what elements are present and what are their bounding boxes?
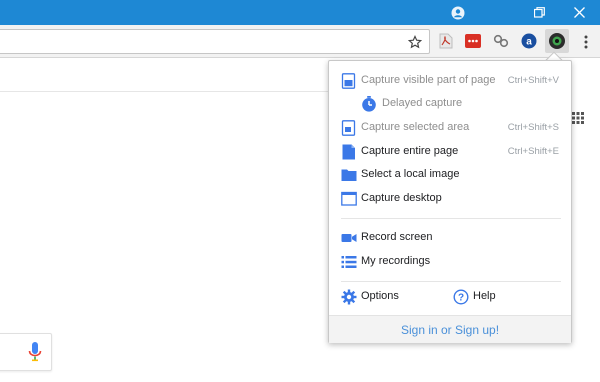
menu-item-label: Capture entire page [361,145,459,157]
page-divider [0,91,330,92]
menu-item-label: Select a local image [361,168,460,180]
capture-menu-popup: Capture visible part of page Ctrl+Shift+… [328,60,572,343]
svg-text:?: ? [458,293,464,304]
menu-item-capture-desktop[interactable]: Capture desktop [329,188,573,210]
red-extension-icon[interactable] [464,32,482,50]
signin-link[interactable]: Sign in or Sign up! [401,323,499,337]
menu-item-label: My recordings [361,255,431,267]
apps-grid-icon[interactable] [572,112,584,124]
address-bar[interactable] [0,29,430,54]
menu-item-capture-entire[interactable]: Capture entire page Ctrl+Shift+E [329,141,573,163]
menu-item-label: Record screen [361,231,433,243]
a-extension-icon[interactable]: a [520,32,538,50]
options-button[interactable]: Options [329,286,449,308]
restore-icon[interactable] [526,0,552,25]
menu-item-record-screen[interactable]: Record screen [329,227,573,249]
account-icon[interactable] [446,0,470,25]
gear-icon [341,289,357,305]
folder-icon [341,167,357,183]
help-icon: ? [453,289,469,305]
kebab-menu-icon[interactable] [580,32,592,52]
video-camera-icon [341,230,357,246]
capture-visible-icon [341,73,357,89]
menu-item-label: Capture selected area [361,121,470,133]
capture-entire-icon [341,144,357,160]
desktop-icon [341,191,357,207]
browser-toolbar: a [0,25,600,58]
help-label: Help [473,290,496,302]
menu-item-shortcut: Ctrl+Shift+V [507,75,559,86]
microphone-icon[interactable] [28,342,42,362]
timer-icon [361,96,377,112]
pdf-icon[interactable] [437,32,455,50]
menu-item-shortcut: Ctrl+Shift+S [507,122,559,133]
menu-item-label: Capture desktop [361,192,442,204]
list-icon [341,254,357,270]
bookmark-star-icon[interactable] [406,32,424,52]
menu-item-label: Capture visible part of page [361,74,496,86]
menu-item-label: Delayed capture [382,97,463,109]
search-box[interactable] [0,333,52,371]
menu-separator [341,281,561,282]
menu-separator [341,218,561,219]
menu-item-shortcut: Ctrl+Shift+E [507,146,559,157]
signin-footer[interactable]: Sign in or Sign up! [329,315,571,343]
menu-item-delayed-capture[interactable]: Delayed capture [329,93,573,115]
options-label: Options [361,290,399,302]
menu-item-my-recordings[interactable]: My recordings [329,251,573,273]
svg-text:a: a [526,37,532,48]
menu-item-capture-visible[interactable]: Capture visible part of page Ctrl+Shift+… [329,70,573,92]
link-icon[interactable] [492,32,510,50]
menu-item-capture-area[interactable]: Capture selected area Ctrl+Shift+S [329,117,573,139]
close-icon[interactable] [566,0,592,25]
camera-extension-icon[interactable] [545,29,569,53]
menu-item-local-image[interactable]: Select a local image [329,164,573,186]
capture-area-icon [341,120,357,136]
window-titlebar [0,0,600,25]
help-button[interactable]: ? Help [449,286,559,308]
